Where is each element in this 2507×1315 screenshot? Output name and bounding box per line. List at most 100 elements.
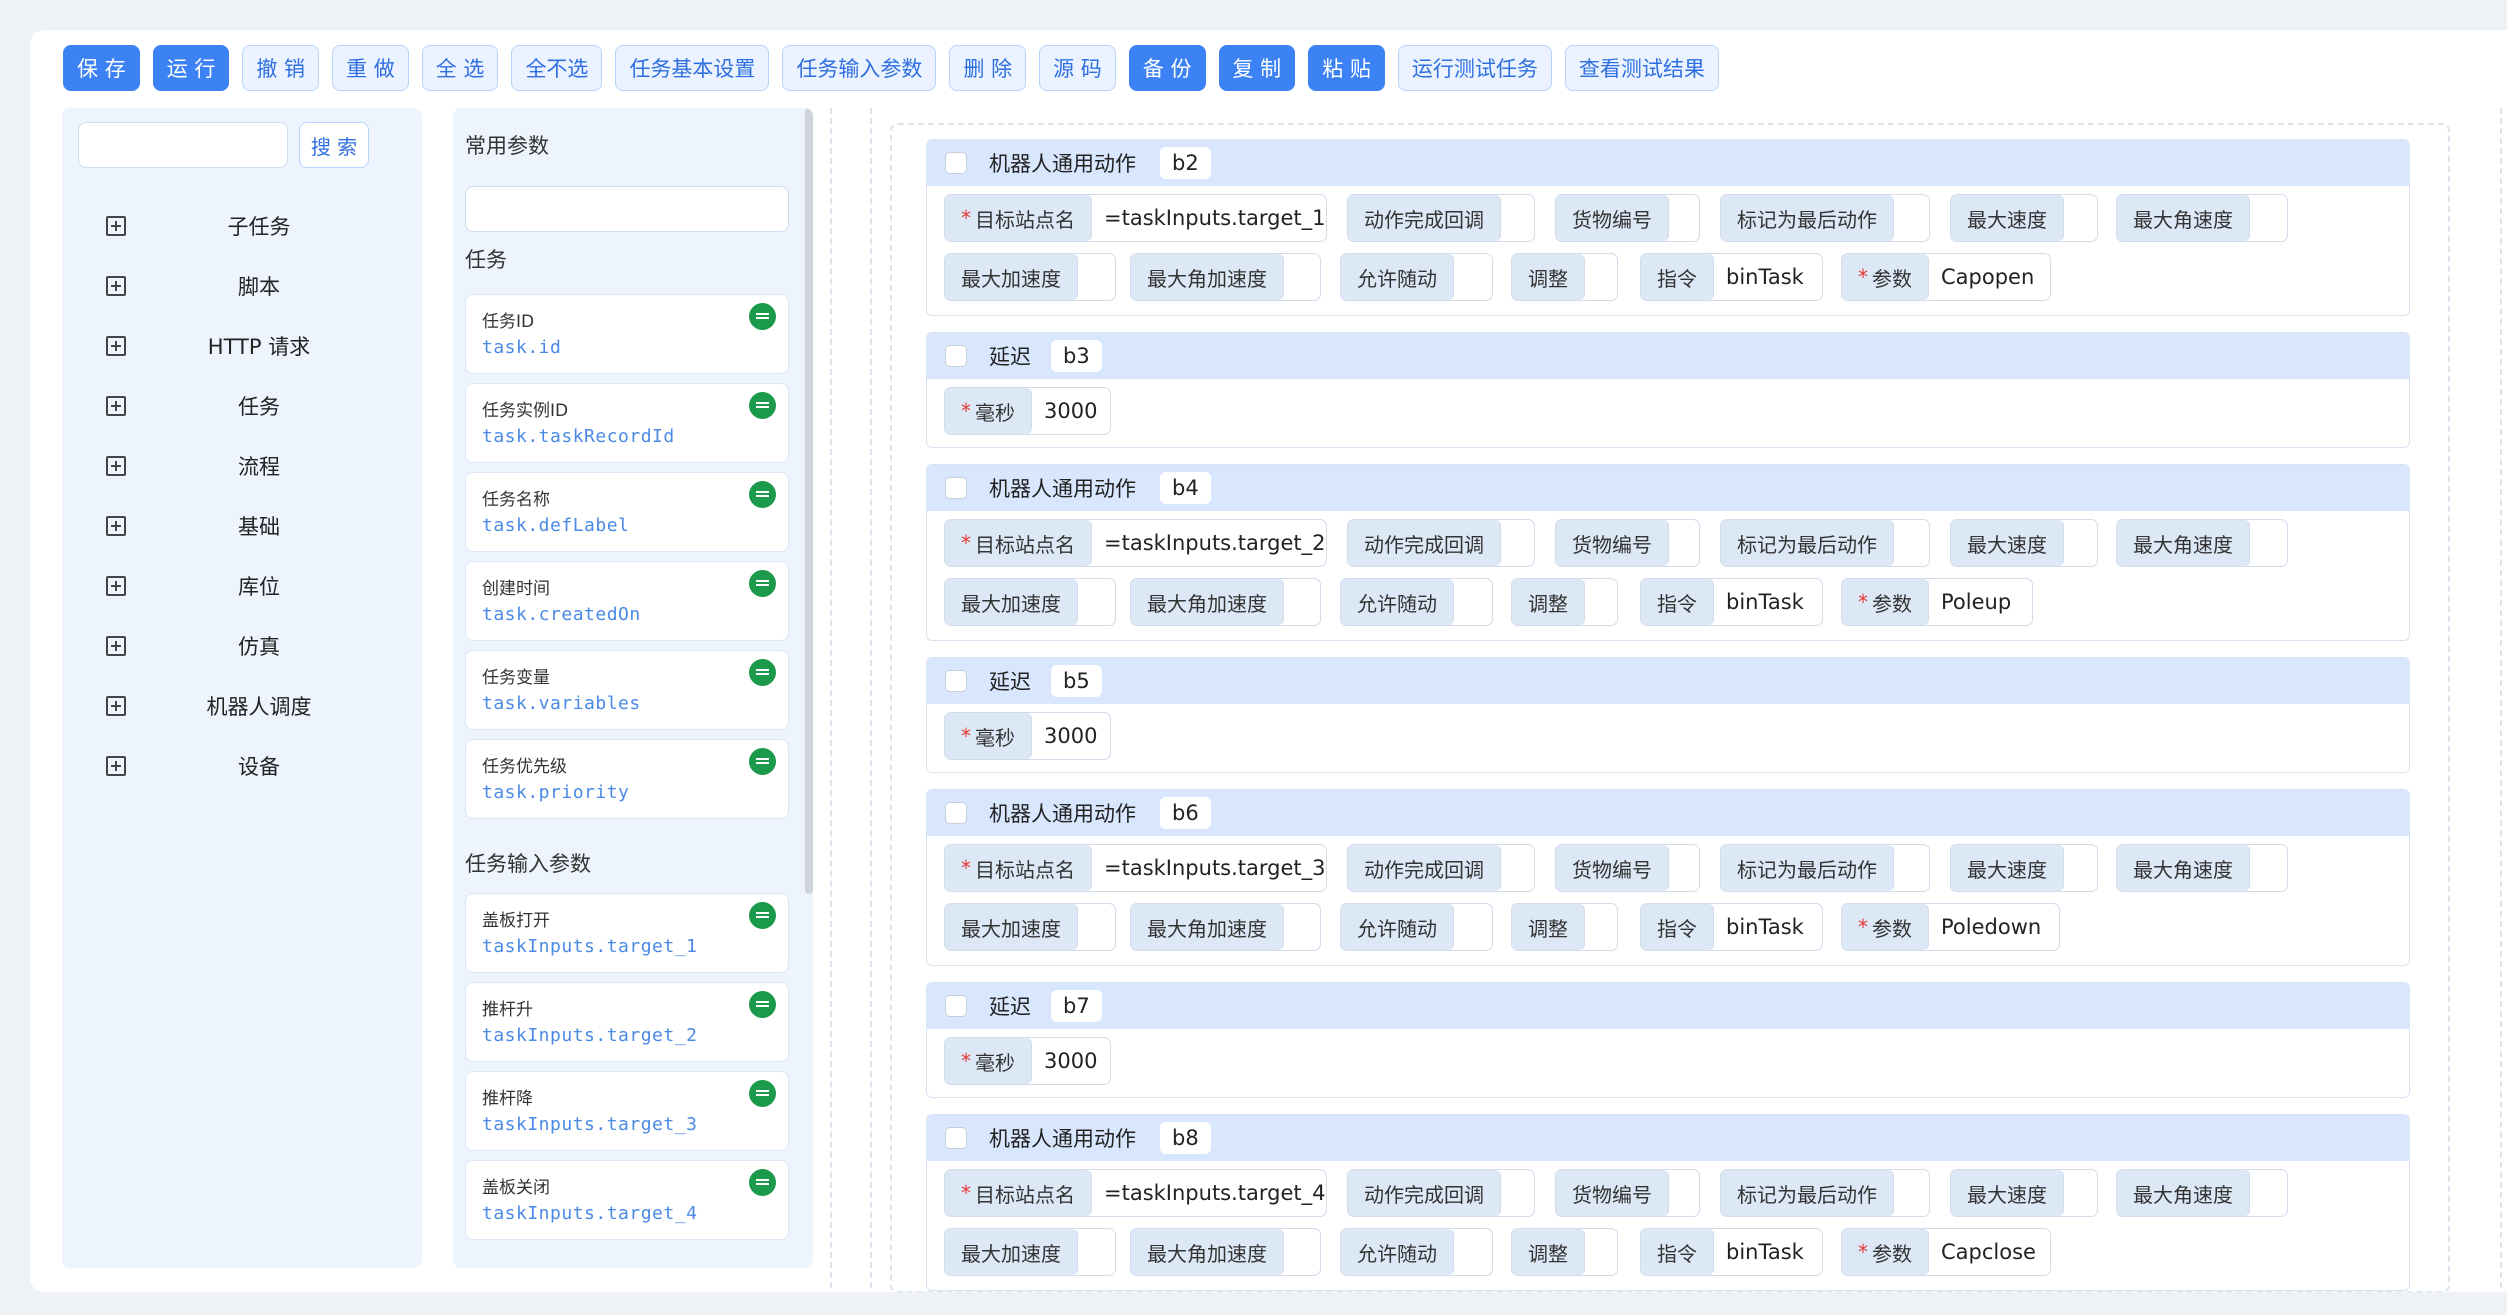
command-field-value[interactable]: binTask bbox=[1714, 915, 1816, 939]
target-station-field-value[interactable]: =taskInputs.target_4 bbox=[1092, 1181, 1326, 1205]
target-station-field[interactable]: * 目标站点名 =taskInputs.target_1 bbox=[944, 194, 1327, 242]
mark-last-field[interactable]: 标记为最后动作 bbox=[1720, 844, 1930, 892]
toolbar-button-2[interactable]: 撤 销 bbox=[242, 45, 320, 91]
param-field[interactable]: * 参数 Poledown bbox=[1841, 903, 2060, 951]
max-angular-acceleration-field[interactable]: 最大角加速度 bbox=[1130, 1228, 1321, 1276]
delay-block[interactable]: 延迟 b7 * 毫秒 3000 bbox=[926, 982, 2410, 1098]
toolbar-button-0[interactable]: 保 存 bbox=[63, 45, 140, 91]
target-station-field[interactable]: * 目标站点名 =taskInputs.target_2 bbox=[944, 519, 1327, 567]
param-card[interactable]: 推杆降 taskInputs.target_3 bbox=[465, 1071, 789, 1151]
collapse-icon[interactable] bbox=[749, 481, 776, 508]
mark-last-field[interactable]: 标记为最后动作 bbox=[1720, 519, 1930, 567]
max-angular-speed-field[interactable]: 最大角速度 bbox=[2116, 844, 2288, 892]
expand-icon[interactable] bbox=[106, 336, 126, 356]
collapse-icon[interactable] bbox=[749, 570, 776, 597]
category-item[interactable]: 基础 bbox=[62, 496, 422, 556]
target-station-field[interactable]: * 目标站点名 =taskInputs.target_4 bbox=[944, 1169, 1327, 1217]
expand-icon[interactable] bbox=[106, 276, 126, 296]
toolbar-button-3[interactable]: 重 做 bbox=[332, 45, 409, 91]
block-checkbox[interactable] bbox=[945, 802, 967, 824]
delay-block[interactable]: 延迟 b5 * 毫秒 3000 bbox=[926, 657, 2410, 773]
milliseconds-field-value[interactable]: 3000 bbox=[1032, 399, 1109, 423]
param-field-value[interactable]: Capclose bbox=[1929, 1240, 2048, 1264]
command-field[interactable]: 指令 binTask bbox=[1640, 253, 1823, 301]
toolbar-button-8[interactable]: 删 除 bbox=[949, 45, 1027, 91]
category-item[interactable]: 库位 bbox=[62, 556, 422, 616]
expand-icon[interactable] bbox=[106, 456, 126, 476]
command-field[interactable]: 指令 binTask bbox=[1640, 1228, 1823, 1276]
param-card[interactable]: 创建时间 task.createdOn bbox=[465, 561, 789, 641]
category-item[interactable]: 设备 bbox=[62, 736, 422, 796]
param-card[interactable]: 任务ID task.id bbox=[465, 294, 789, 374]
max-angular-acceleration-field[interactable]: 最大角加速度 bbox=[1130, 903, 1321, 951]
category-item[interactable]: 机器人调度 bbox=[62, 676, 422, 736]
collapse-icon[interactable] bbox=[749, 392, 776, 419]
max-angular-speed-field[interactable]: 最大角速度 bbox=[2116, 1169, 2288, 1217]
command-field[interactable]: 指令 binTask bbox=[1640, 903, 1823, 951]
toolbar-button-13[interactable]: 运行测试任务 bbox=[1397, 45, 1552, 91]
adjust-field[interactable]: 调整 bbox=[1511, 253, 1618, 301]
allow-follow-field[interactable]: 允许随动 bbox=[1340, 1228, 1493, 1276]
expand-icon[interactable] bbox=[106, 576, 126, 596]
mark-last-field[interactable]: 标记为最后动作 bbox=[1720, 1169, 1930, 1217]
command-field-value[interactable]: binTask bbox=[1714, 265, 1816, 289]
param-card[interactable]: 任务优先级 task.priority bbox=[465, 739, 789, 819]
toolbar-button-12[interactable]: 粘 贴 bbox=[1308, 45, 1385, 91]
robot-action-block[interactable]: 机器人通用动作 b2 * 目标站点名 =taskInputs.target_1 动作完成回… bbox=[926, 139, 2410, 316]
max-speed-field[interactable]: 最大速度 bbox=[1950, 519, 2098, 567]
collapse-icon[interactable] bbox=[749, 991, 776, 1018]
callback-field[interactable]: 动作完成回调 bbox=[1347, 1169, 1535, 1217]
robot-action-block[interactable]: 机器人通用动作 b8 * 目标站点名 =taskInputs.target_4 动作完成回… bbox=[926, 1114, 2410, 1291]
max-angular-speed-field[interactable]: 最大角速度 bbox=[2116, 519, 2288, 567]
scrollbar[interactable] bbox=[805, 108, 813, 894]
goods-id-field[interactable]: 货物编号 bbox=[1555, 519, 1700, 567]
robot-action-block[interactable]: 机器人通用动作 b6 * 目标站点名 =taskInputs.target_3 动作完成回… bbox=[926, 789, 2410, 966]
param-card[interactable]: 任务变量 task.variables bbox=[465, 650, 789, 730]
toolbar-button-1[interactable]: 运 行 bbox=[152, 45, 230, 91]
toolbar-button-9[interactable]: 源 码 bbox=[1039, 45, 1116, 91]
param-card[interactable]: 推杆升 taskInputs.target_2 bbox=[465, 982, 789, 1062]
milliseconds-field-value[interactable]: 3000 bbox=[1032, 724, 1109, 748]
mark-last-field[interactable]: 标记为最后动作 bbox=[1720, 194, 1930, 242]
robot-action-block[interactable]: 机器人通用动作 b4 * 目标站点名 =taskInputs.target_2 动作完成回… bbox=[926, 464, 2410, 641]
block-checkbox[interactable] bbox=[945, 477, 967, 499]
collapse-icon[interactable] bbox=[749, 748, 776, 775]
milliseconds-field[interactable]: * 毫秒 3000 bbox=[944, 712, 1111, 760]
max-acceleration-field[interactable]: 最大加速度 bbox=[944, 578, 1116, 626]
goods-id-field[interactable]: 货物编号 bbox=[1555, 844, 1700, 892]
param-card[interactable]: 盖板关闭 taskInputs.target_4 bbox=[465, 1160, 789, 1240]
delay-block[interactable]: 延迟 b3 * 毫秒 3000 bbox=[926, 332, 2410, 448]
toolbar-button-11[interactable]: 复 制 bbox=[1218, 45, 1296, 91]
adjust-field[interactable]: 调整 bbox=[1511, 1228, 1618, 1276]
command-field[interactable]: 指令 binTask bbox=[1640, 578, 1823, 626]
max-acceleration-field[interactable]: 最大加速度 bbox=[944, 1228, 1116, 1276]
target-station-field-value[interactable]: =taskInputs.target_1 bbox=[1092, 206, 1326, 230]
command-field-value[interactable]: binTask bbox=[1714, 590, 1816, 614]
toolbar-button-10[interactable]: 备 份 bbox=[1128, 45, 1206, 91]
max-acceleration-field[interactable]: 最大加速度 bbox=[944, 903, 1116, 951]
param-card[interactable]: 盖板打开 taskInputs.target_1 bbox=[465, 893, 789, 973]
max-acceleration-field[interactable]: 最大加速度 bbox=[944, 253, 1116, 301]
expand-icon[interactable] bbox=[106, 756, 126, 776]
category-item[interactable]: 子任务 bbox=[62, 196, 422, 256]
max-speed-field[interactable]: 最大速度 bbox=[1950, 1169, 2098, 1217]
category-item[interactable]: 流程 bbox=[62, 436, 422, 496]
block-checkbox[interactable] bbox=[945, 670, 967, 692]
param-field[interactable]: * 参数 Capopen bbox=[1841, 253, 2051, 301]
expand-icon[interactable] bbox=[106, 396, 126, 416]
goods-id-field[interactable]: 货物编号 bbox=[1555, 194, 1700, 242]
param-card[interactable]: 任务实例ID task.taskRecordId bbox=[465, 383, 789, 463]
max-angular-acceleration-field[interactable]: 最大角加速度 bbox=[1130, 253, 1321, 301]
adjust-field[interactable]: 调整 bbox=[1511, 903, 1618, 951]
expand-icon[interactable] bbox=[106, 516, 126, 536]
toolbar-button-4[interactable]: 全 选 bbox=[421, 45, 499, 91]
toolbar-button-5[interactable]: 全不选 bbox=[511, 45, 603, 91]
param-field-value[interactable]: Poledown bbox=[1929, 915, 2053, 939]
block-checkbox[interactable] bbox=[945, 1127, 967, 1149]
target-station-field[interactable]: * 目标站点名 =taskInputs.target_3 bbox=[944, 844, 1327, 892]
collapse-icon[interactable] bbox=[749, 303, 776, 330]
max-speed-field[interactable]: 最大速度 bbox=[1950, 194, 2098, 242]
max-angular-acceleration-field[interactable]: 最大角加速度 bbox=[1130, 578, 1321, 626]
toolbar-button-6[interactable]: 任务基本设置 bbox=[615, 45, 770, 91]
target-station-field-value[interactable]: =taskInputs.target_2 bbox=[1092, 531, 1326, 555]
